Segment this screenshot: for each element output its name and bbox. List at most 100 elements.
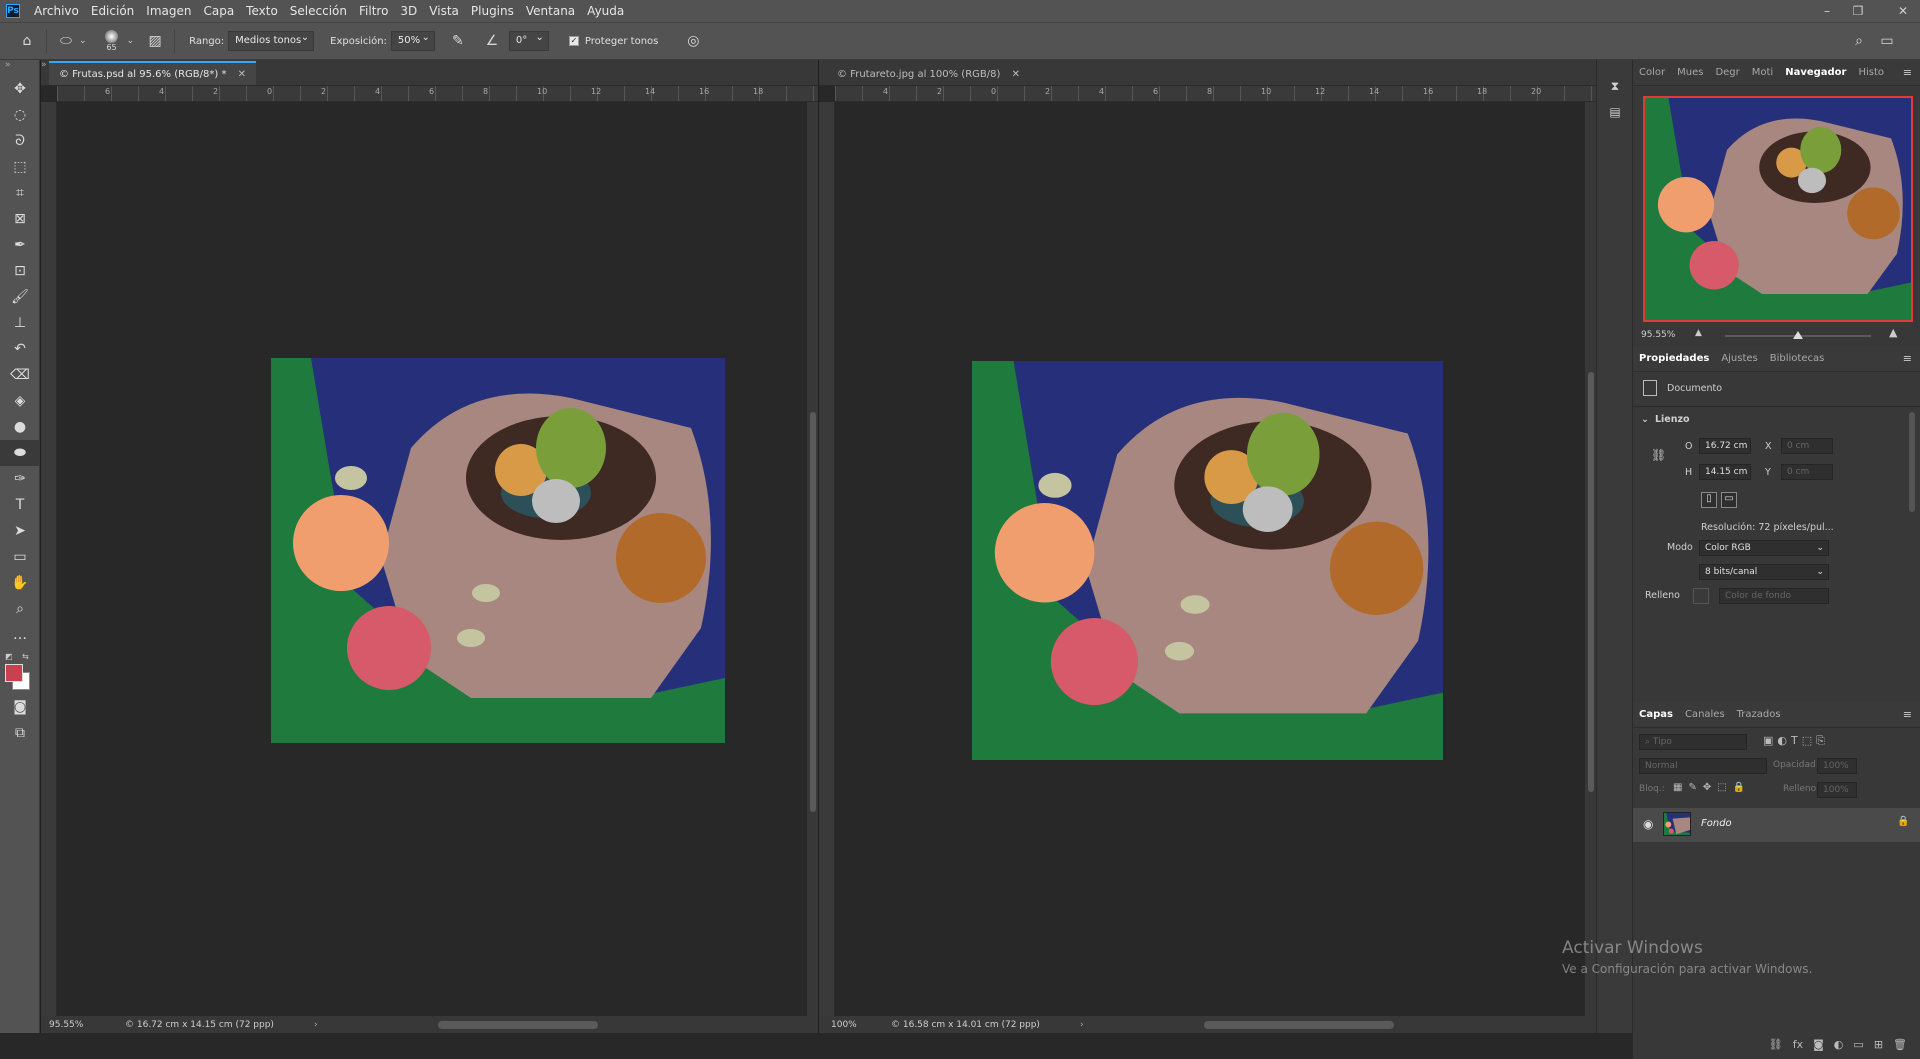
more-tools-icon[interactable]: …	[0, 622, 40, 648]
scrollbar-thumb[interactable]	[1588, 372, 1594, 792]
range-select[interactable]: Medios tonos	[228, 31, 315, 51]
menu-item-ayuda[interactable]: Ayuda	[587, 4, 624, 18]
brush-settings-icon[interactable]: ▨	[142, 29, 168, 53]
shape-filter-icon[interactable]: ⬚	[1802, 734, 1812, 748]
trash-icon[interactable]: 🗑	[1893, 1038, 1907, 1058]
add-mask-icon[interactable]: ◙	[1813, 1038, 1824, 1058]
lock-artboard-icon[interactable]: ⬚	[1717, 782, 1726, 793]
landscape-icon[interactable]: ▭	[1721, 492, 1737, 508]
protect-tones-checkbox[interactable]: ✓	[568, 36, 579, 46]
menu-item-imagen[interactable]: Imagen	[146, 4, 191, 18]
menu-item-texto[interactable]: Texto	[246, 4, 278, 18]
rectangle-tool-icon[interactable]: ▭	[0, 544, 40, 570]
history-brush-icon[interactable]: ↶	[0, 336, 40, 362]
zoom-in-icon[interactable]: ▲	[1889, 326, 1897, 339]
link-layers-icon[interactable]: ⛓	[1769, 1038, 1783, 1058]
blur-tool-icon[interactable]: ●	[0, 414, 40, 440]
pressure-icon[interactable]: ◎	[680, 29, 706, 53]
panel-tab-propiedades[interactable]: Propiedades	[1633, 353, 1715, 364]
layer-filter-input[interactable]: ⌕ Tipo	[1639, 734, 1747, 750]
eyedropper-tool-icon[interactable]: ✒	[0, 232, 40, 258]
link-icon[interactable]: ⛓	[1651, 448, 1666, 462]
swap-colors-icon[interactable]: ⇆	[22, 652, 29, 661]
menu-item-edición[interactable]: Edición	[91, 4, 134, 18]
blend-mode-select[interactable]: Normal	[1639, 758, 1767, 774]
sponge-tool-icon[interactable]: ⬬	[0, 440, 40, 466]
chevron-down-icon[interactable]: ⌄	[127, 36, 135, 46]
menu-item-filtro[interactable]: Filtro	[359, 4, 388, 18]
angle-input[interactable]: 0°	[508, 31, 549, 51]
scrollbar-thumb[interactable]	[810, 412, 816, 812]
layer-fill-input[interactable]: 100%	[1817, 782, 1857, 798]
doc1-tab[interactable]: © Frutas.psd al 95.6% (RGB/8*) * ✕	[49, 61, 257, 85]
properties-scrollbar[interactable]	[1909, 412, 1915, 512]
menu-item-plugins[interactable]: Plugins	[471, 4, 514, 18]
eye-visibility-icon[interactable]: ◉	[1643, 817, 1653, 831]
marquee-tool-icon[interactable]: ◌	[0, 102, 40, 128]
menu-item-capa[interactable]: Capa	[203, 4, 234, 18]
canvas-image-2[interactable]	[972, 361, 1443, 760]
panel-tab-degr[interactable]: Degr	[1709, 67, 1745, 78]
width-input[interactable]: 16.72 cm	[1699, 438, 1751, 454]
close-icon[interactable]: ✕	[1890, 0, 1916, 22]
zoom-out-icon[interactable]: ▲	[1695, 328, 1702, 338]
layer-row[interactable]: ◉ Fondo 🔒	[1633, 808, 1920, 842]
group-icon[interactable]: ▭	[1853, 1038, 1863, 1058]
panel-tab-canales[interactable]: Canales	[1679, 709, 1731, 720]
panel-tab-color[interactable]: Color	[1633, 67, 1671, 78]
minimize-icon[interactable]: –	[1814, 0, 1840, 22]
restore-icon[interactable]: ❐	[1845, 0, 1871, 22]
portrait-icon[interactable]: ▯	[1701, 492, 1717, 508]
collapse-icon[interactable]: »	[0, 60, 39, 76]
workspace-icon[interactable]: ▭	[1874, 29, 1900, 53]
status-arrow-icon[interactable]: ›	[1080, 1020, 1084, 1030]
pixel-filter-icon[interactable]: ▣	[1763, 734, 1773, 748]
history-panel-icon[interactable]: ⧗	[1605, 76, 1625, 96]
canvas-image-1[interactable]	[271, 358, 725, 743]
panel-tab-bibliotecas[interactable]: Bibliotecas	[1764, 353, 1831, 364]
fx-icon[interactable]: fx	[1793, 1038, 1803, 1058]
doc2-tab[interactable]: © Frutareto.jpg al 100% (RGB/8) ✕	[827, 61, 1030, 85]
panel-menu-icon[interactable]: ≡	[1903, 66, 1912, 79]
lock-all-icon[interactable]: 🔒	[1733, 782, 1745, 793]
lock-move-icon[interactable]: ✥	[1703, 782, 1711, 793]
close-tab-icon[interactable]: ✕	[1012, 69, 1020, 80]
menu-item-3d[interactable]: 3D	[400, 4, 417, 18]
mode-select[interactable]: Color RGB ⌄	[1699, 540, 1829, 556]
doc2-zoom-value[interactable]: 100%	[831, 1020, 891, 1030]
panel-tab-navegador[interactable]: Navegador	[1779, 67, 1852, 78]
home-icon[interactable]: ⌂	[14, 29, 40, 53]
quick-mask-icon[interactable]: ◙	[0, 694, 40, 720]
crop-tool-icon[interactable]: ⌗	[0, 180, 40, 206]
panel-tab-moti[interactable]: Moti	[1746, 67, 1779, 78]
navigator-thumbnail[interactable]	[1643, 96, 1913, 322]
doc1-zoom-value[interactable]: 95.55%	[49, 1020, 109, 1030]
lock-pixels-icon[interactable]: ▦	[1673, 782, 1682, 793]
panel-tab-mues[interactable]: Mues	[1671, 67, 1709, 78]
default-colors-icon[interactable]: ◩	[5, 652, 13, 661]
move-tool-icon[interactable]: ✥	[0, 76, 40, 102]
bit-depth-select[interactable]: 8 bits/canal ⌄	[1699, 564, 1829, 580]
canvas-area-1[interactable]	[57, 102, 807, 1016]
pen-tool-icon[interactable]: ✑	[0, 466, 40, 492]
chevron-down-icon[interactable]: ⌄	[79, 36, 87, 46]
panel-menu-icon[interactable]: ≡	[1903, 352, 1912, 365]
height-input[interactable]: 14.15 cm	[1699, 464, 1751, 480]
navigator-zoom-value[interactable]: 95.55%	[1641, 330, 1675, 340]
panel-tab-capas[interactable]: Capas	[1633, 709, 1679, 720]
lock-paint-icon[interactable]: ✎	[1688, 782, 1696, 793]
healing-tool-icon[interactable]: ⊡	[0, 258, 40, 284]
brush-preset-picker[interactable]: 65	[97, 26, 127, 56]
layer-name[interactable]: Fondo	[1701, 818, 1732, 829]
fill-color-swatch[interactable]	[1693, 588, 1709, 604]
zoom-tool-icon[interactable]: ⌕	[0, 596, 40, 622]
search-icon[interactable]: ⌕	[1846, 29, 1872, 53]
type-filter-icon[interactable]: T	[1791, 734, 1798, 748]
panel-tab-histo[interactable]: Histo	[1853, 67, 1891, 78]
type-tool-icon[interactable]: T	[0, 492, 40, 518]
hand-tool-icon[interactable]: ✋	[0, 570, 40, 596]
exposure-input[interactable]: 50%	[390, 31, 435, 51]
stamp-tool-icon[interactable]: ⊥	[0, 310, 40, 336]
adjustment-filter-icon[interactable]: ◐	[1777, 734, 1787, 748]
horizontal-scrollbar-1[interactable]	[437, 1020, 598, 1029]
